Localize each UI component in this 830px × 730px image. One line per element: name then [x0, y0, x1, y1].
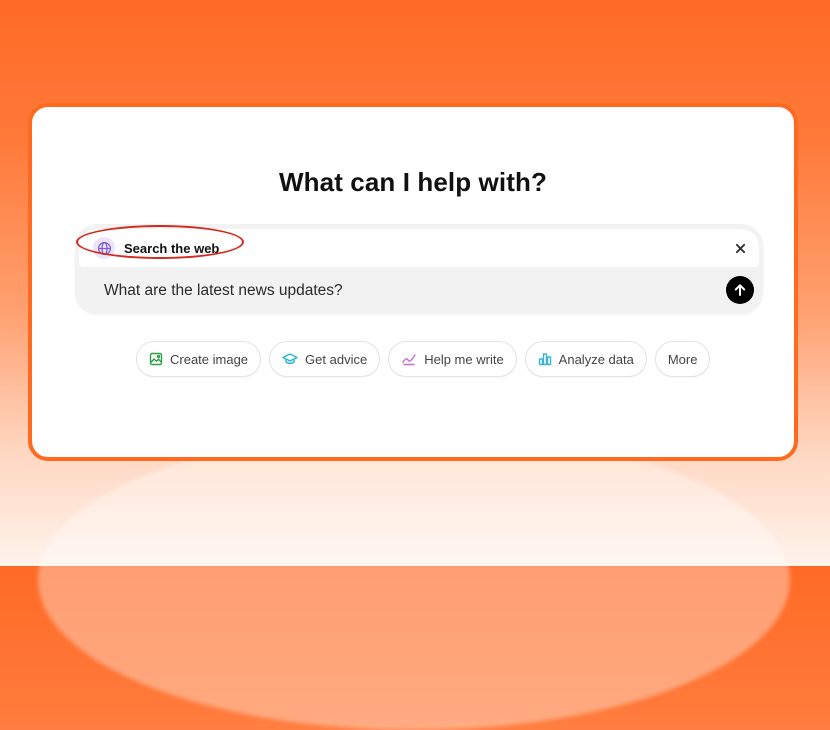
arrow-up-icon	[734, 284, 746, 296]
get-advice-button[interactable]: Get advice	[269, 341, 381, 377]
page-heading: What can I help with?	[279, 167, 547, 197]
send-button[interactable]	[726, 276, 754, 304]
more-label: More	[667, 351, 698, 367]
help-me-write-label: Help me write	[424, 351, 504, 367]
prompt-composer: Search the web What are the latest news …	[75, 224, 763, 314]
background-glow	[38, 430, 790, 730]
suggestion-actions: Create image Get advice Help me write An…	[136, 341, 711, 377]
more-button[interactable]: More	[654, 341, 711, 377]
main-card: What can I help with? Search the web Wha…	[28, 103, 798, 461]
globe-icon	[93, 237, 115, 259]
get-advice-label: Get advice	[305, 351, 368, 367]
prompt-input-text[interactable]: What are the latest news updates?	[104, 282, 343, 300]
bar-chart-icon	[538, 353, 551, 366]
pen-icon	[402, 354, 416, 366]
analyze-data-button[interactable]: Analyze data	[524, 341, 647, 377]
close-icon[interactable]	[731, 239, 749, 257]
search-web-chip[interactable]: Search the web	[93, 237, 219, 259]
help-me-write-button[interactable]: Help me write	[388, 341, 517, 377]
active-tool-row: Search the web	[76, 225, 759, 267]
graduation-cap-icon	[282, 353, 298, 364]
create-image-label: Create image	[170, 351, 249, 367]
image-icon	[149, 352, 163, 366]
create-image-button[interactable]: Create image	[136, 341, 262, 377]
search-web-label: Search the web	[124, 240, 220, 256]
analyze-data-label: Analyze data	[558, 351, 634, 367]
